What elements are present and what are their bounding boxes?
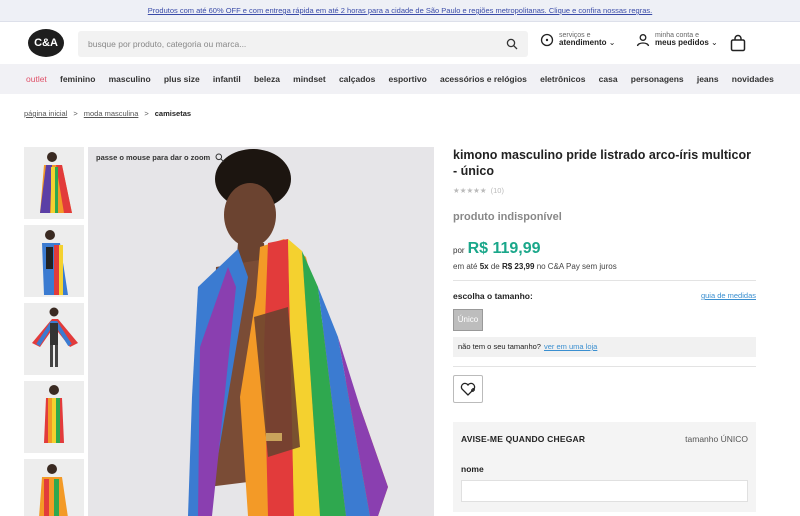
product-photo: [88, 147, 434, 516]
breadcrumb-category[interactable]: moda masculina: [84, 109, 139, 118]
no-size-bar: não tem o seu tamanho? ver em uma loja: [453, 336, 756, 357]
size-option[interactable]: Único: [453, 308, 483, 331]
nav-item-feminino[interactable]: feminino: [60, 74, 95, 84]
thumbnail-list: [24, 147, 84, 516]
account-menu[interactable]: minha conta e meus pedidos ⌄: [636, 32, 718, 48]
notify-title: AVISE-ME QUANDO CHEGAR: [461, 433, 586, 444]
no-size-text: não tem o seu tamanho?: [458, 342, 541, 351]
promo-link[interactable]: Produtos com até 60% OFF e com entrega r…: [148, 6, 652, 15]
thumbnail-4[interactable]: [24, 381, 84, 453]
store-link[interactable]: ver em uma loja: [544, 342, 597, 351]
rating[interactable]: ★★★★★ (10): [453, 186, 756, 195]
favorite-button[interactable]: [453, 374, 483, 403]
user-icon: [636, 33, 650, 47]
service-label: atendimento ⌄: [559, 38, 616, 48]
divider: [453, 365, 756, 367]
nav-item-masculino[interactable]: masculino: [109, 74, 151, 84]
zoom-icon: [215, 153, 225, 162]
nav-item-personagens[interactable]: personagens: [631, 74, 684, 84]
zoom-hint: passe o mouse para dar o zoom: [96, 153, 225, 162]
logo[interactable]: C&A: [28, 29, 64, 57]
name-label: nome: [461, 463, 484, 474]
nav-item-acessorios[interactable]: acessórios e relógios: [440, 74, 527, 84]
review-count: (10): [490, 185, 504, 195]
thumbnail-2[interactable]: [24, 225, 84, 297]
breadcrumb-separator: >: [73, 109, 78, 118]
promo-bar: Produtos com até 60% OFF e com entrega r…: [0, 0, 800, 22]
nav-item-calcados[interactable]: calçados: [339, 74, 375, 84]
search-icon[interactable]: [506, 38, 518, 50]
nav-item-jeans[interactable]: jeans: [697, 74, 719, 84]
name-field[interactable]: [461, 479, 748, 502]
shopping-bag-icon[interactable]: [730, 34, 746, 52]
nav-item-novidades[interactable]: novidades: [732, 74, 774, 84]
price: R$ 119,99: [467, 239, 541, 257]
installments: em até 5x de R$ 23,99 no C&A Pay sem jur…: [453, 261, 617, 271]
nav-item-eletronicos[interactable]: eletrônicos: [540, 74, 585, 84]
rating-stars: ★★★★★: [453, 185, 487, 195]
service-menu[interactable]: serviços e atendimento ⌄: [540, 32, 616, 48]
breadcrumb: página inicial > moda masculina > camise…: [24, 109, 191, 118]
breadcrumb-separator: >: [144, 109, 149, 118]
nav-item-infantil[interactable]: infantil: [213, 74, 241, 84]
product-title: kimono masculino pride listrado arco-íri…: [453, 148, 751, 179]
category-nav: outlet feminino masculino plus size infa…: [0, 64, 800, 94]
nav-item-beleza[interactable]: beleza: [254, 74, 280, 84]
nav-item-esportivo[interactable]: esportivo: [389, 74, 427, 84]
site-header: C&A busque por produto, categoria ou mar…: [0, 22, 800, 64]
search-placeholder: busque por produto, categoria ou marca..…: [88, 39, 247, 49]
chat-icon: [540, 33, 554, 47]
chevron-down-icon: ⌄: [711, 38, 718, 48]
thumbnail-1[interactable]: [24, 147, 84, 219]
size-label: escolha o tamanho:: [453, 290, 533, 301]
nav-item-outlet[interactable]: outlet: [26, 74, 47, 84]
notify-panel: AVISE-ME QUANDO CHEGAR tamanho ÚNICO nom…: [453, 421, 756, 512]
breadcrumb-current: camisetas: [154, 109, 192, 118]
size-guide-link[interactable]: guia de medidas: [701, 291, 756, 300]
unavailable-label: produto indisponível: [453, 210, 562, 223]
zoom-hint-text: passe o mouse para dar o zoom: [96, 153, 211, 162]
product-info: kimono masculino pride listrado arco-íri…: [453, 147, 756, 512]
nav-item-casa[interactable]: casa: [599, 74, 618, 84]
nav-item-plus-size[interactable]: plus size: [164, 74, 200, 84]
account-label: meus pedidos ⌄: [655, 38, 718, 48]
search-input[interactable]: busque por produto, categoria ou marca..…: [78, 31, 528, 57]
thumbnail-5[interactable]: [24, 459, 84, 516]
chevron-down-icon: ⌄: [608, 38, 616, 48]
thumbnail-3[interactable]: [24, 303, 84, 375]
price-row: por R$ 119,99: [453, 240, 756, 258]
breadcrumb-home[interactable]: página inicial: [24, 109, 67, 118]
notify-size: tamanho ÚNICO: [685, 433, 748, 444]
price-prefix: por: [453, 245, 465, 255]
divider: [453, 279, 756, 281]
nav-item-mindset[interactable]: mindset: [293, 74, 326, 84]
main-product-image[interactable]: passe o mouse para dar o zoom: [88, 147, 434, 516]
size-row: escolha o tamanho: guia de medidas: [453, 291, 756, 301]
heart-plus-icon: [460, 382, 476, 396]
